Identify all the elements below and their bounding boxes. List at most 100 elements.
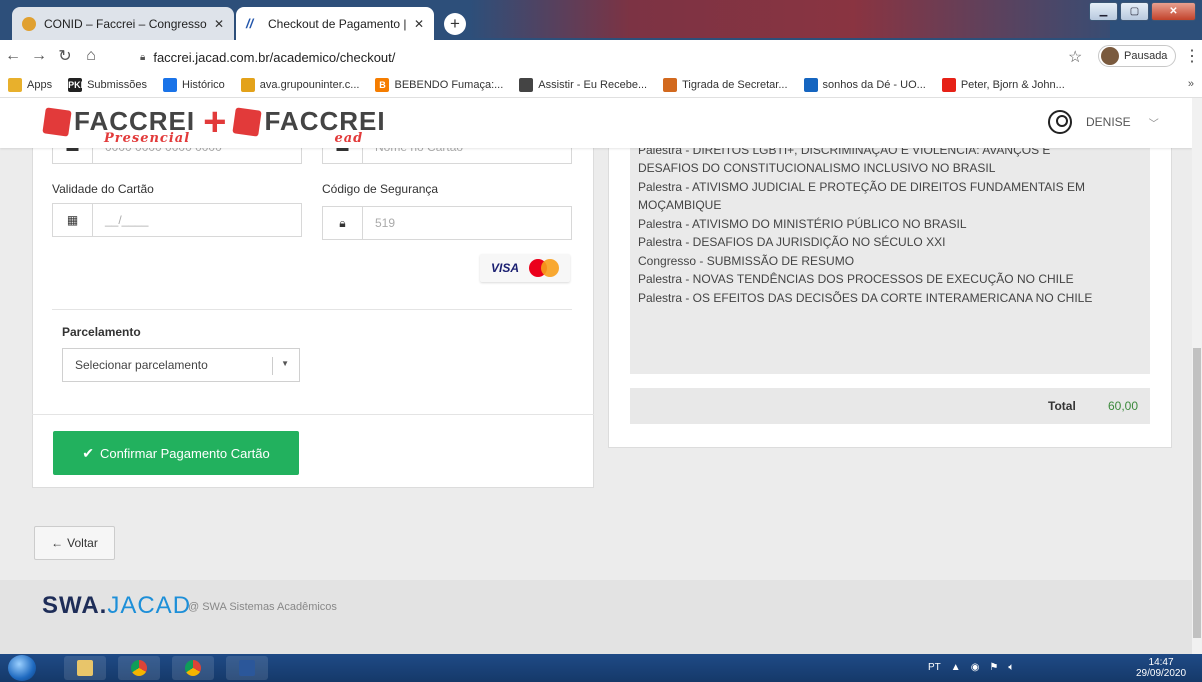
site-footer: SWA.JACAD @ SWA Sistemas Acadêmicos (0, 580, 1192, 654)
bookmark-label: BEBENDO Fumaça:... (394, 78, 504, 91)
minimize-icon[interactable]: ▁ (1089, 2, 1118, 21)
browser-menu-icon[interactable]: ⋮ (1184, 46, 1200, 66)
bookmarks-overflow-icon[interactable]: » (1188, 78, 1194, 90)
uninter-icon (240, 77, 255, 92)
installments-label: Parcelamento (62, 325, 141, 339)
movie-icon (519, 77, 534, 92)
logo-mark-icon (232, 106, 263, 137)
tab-conid[interactable]: CONID – Faccrei – Congresso Inte ✕ (12, 7, 234, 40)
browser-toolbar: ← → ↻ ⌂ 🔒︎ faccrei.jacad.com.br/academic… (0, 40, 1202, 72)
jacad-favicon-icon: // (246, 15, 254, 31)
bookmark-label: Histórico (182, 78, 225, 91)
network-icon[interactable]: ◉ (971, 662, 980, 673)
tab-title: CONID – Faccrei – Congresso Inte (44, 16, 208, 31)
check-icon: ✔ (82, 444, 94, 461)
tab-checkout[interactable]: // Checkout de Pagamento | Sistem ✕ (236, 7, 434, 40)
bookmark-item[interactable]: B BEBENDO Fumaça:... (375, 77, 504, 92)
user-menu[interactable]: DENISE ﹀ (1048, 110, 1159, 134)
profile-label: Pausada (1124, 50, 1168, 62)
cvv-label: Código de Segurança (322, 182, 439, 196)
tab-title: Checkout de Pagamento | Sistem (268, 16, 408, 31)
back-button[interactable]: ← Voltar (34, 526, 115, 560)
bookmark-item[interactable]: ava.grupouninter.c... (240, 77, 359, 92)
tray-expand-icon[interactable]: ▲ (951, 662, 961, 673)
bookmark-item[interactable]: Apps (8, 77, 52, 92)
bookmark-item[interactable]: Assistir - Eu Recebe... (519, 77, 647, 92)
language-indicator[interactable]: PT (928, 662, 941, 673)
bookmark-item[interactable]: sonhos da Dé - UO... (803, 77, 926, 92)
windows-taskbar: PT ▲ ◉ ⚑ 🔈︎ 14:47 29/09/2020 (0, 654, 1202, 682)
select-separator (272, 357, 273, 375)
blogger-icon: B (375, 77, 390, 92)
apps-grid-icon (8, 77, 22, 92)
address-bar[interactable]: 🔒︎ faccrei.jacad.com.br/academico/checko… (140, 45, 1092, 69)
divider (52, 309, 572, 310)
bookmark-label: Tigrada de Secretar... (682, 78, 788, 91)
bookmark-item[interactable]: Peter, Bjorn & John... (941, 77, 1065, 92)
logo-word: FACCREI ead (264, 106, 386, 146)
scrollbar-thumb[interactable] (1193, 348, 1201, 638)
brand-part-1: SWA. (42, 592, 108, 619)
order-total: Total 60,00 (630, 388, 1150, 424)
history-icon (163, 77, 177, 92)
brand-part-2: JACAD (107, 592, 192, 619)
home-icon[interactable]: ⌂ (78, 47, 104, 65)
order-item: Palestra - NOVAS TENDÊNCIAS DOS PROCESSO… (638, 272, 1074, 286)
new-tab-button[interactable]: + (444, 13, 466, 35)
expiry-field[interactable]: ▦ __/____ (52, 203, 302, 237)
confirm-payment-button[interactable]: ✔ Confirmar Pagamento Cartão (53, 431, 299, 475)
arrow-left-icon: ← (51, 536, 64, 550)
chrome-taskbar-icon[interactable] (118, 656, 160, 680)
bookmark-item[interactable]: Histórico (163, 77, 225, 92)
pkp-icon: PKP (68, 77, 87, 92)
order-item: Palestra - OS EFEITOS DAS DECISÕES DA CO… (638, 290, 1093, 305)
maximize-icon[interactable]: ▢ (1120, 2, 1149, 21)
order-item: Palestra - ATIVISMO DO MINISTÉRIO PÚBLIC… (638, 216, 967, 231)
page-scrollbar[interactable] (1192, 98, 1202, 654)
expiry-label: Validade do Cartão (52, 182, 154, 196)
site-header: FACCREI Presencial + FACCREI ead DENISE … (0, 98, 1192, 148)
logo-text: FACCREI (264, 106, 386, 136)
start-button-icon[interactable] (8, 655, 36, 681)
clock-date: 29/09/2020 (1136, 668, 1187, 679)
bookmark-label: Peter, Bjorn & John... (960, 78, 1065, 91)
bookmark-item[interactable]: PKP Submissões (68, 77, 147, 92)
installments-value: Selecionar parcelamento (75, 358, 208, 372)
cvv-field[interactable]: 🔒︎ 519 (322, 206, 572, 240)
taskbar-clock[interactable]: 14:47 29/09/2020 (1136, 657, 1186, 679)
back-arrow-icon[interactable]: ← (0, 47, 26, 65)
logo-mark-icon (42, 106, 72, 137)
cvv-placeholder: 519 (375, 216, 396, 230)
order-item: Palestra - ATIVISMO JUDICIAL E PROTEÇÃO … (638, 179, 1085, 213)
chrome-active-taskbar-icon[interactable] (172, 656, 214, 680)
word-taskbar-icon[interactable] (226, 656, 268, 680)
explorer-taskbar-icon[interactable] (64, 656, 106, 680)
user-name: DENISE (1086, 115, 1131, 129)
profile-button[interactable]: Pausada (1098, 45, 1176, 67)
visa-logo: VISA (490, 261, 519, 275)
expiry-placeholder: __/____ (105, 213, 149, 227)
clock-time: 14:47 (1148, 657, 1174, 668)
divider (32, 414, 594, 415)
uol-icon (803, 77, 818, 92)
close-tab-icon[interactable]: ✕ (214, 17, 224, 31)
calendar-icon: ▦ (53, 204, 93, 236)
flag-icon[interactable]: ⚑ (989, 662, 998, 673)
accepted-cards: VISA (480, 254, 570, 282)
bookmark-star-icon[interactable]: ☆ (1068, 47, 1082, 67)
avatar (1101, 47, 1119, 65)
footer-copyright: @ SWA Sistemas Acadêmicos (188, 601, 337, 613)
forward-arrow-icon[interactable]: → (26, 47, 52, 65)
close-window-icon[interactable]: ✕ (1151, 2, 1196, 21)
total-label: Total (1048, 399, 1076, 413)
reload-icon[interactable]: ↻ (52, 46, 78, 66)
installments-select[interactable]: Selecionar parcelamento ▼ (62, 348, 300, 382)
system-tray: PT ▲ ◉ ⚑ 🔈︎ (928, 662, 1014, 673)
window-controls: ▁ ▢ ✕ (1089, 2, 1196, 21)
faccrei-logo[interactable]: FACCREI Presencial + FACCREI ead (42, 102, 386, 146)
logo-subtitle: Presencial (104, 131, 191, 146)
close-tab-icon[interactable]: ✕ (414, 17, 424, 31)
speaker-icon[interactable]: 🔈︎ (1008, 662, 1014, 673)
bookmark-item[interactable]: Tigrada de Secretar... (663, 77, 788, 92)
page-content: FACCREI Presencial + FACCREI ead DENISE … (0, 98, 1192, 654)
